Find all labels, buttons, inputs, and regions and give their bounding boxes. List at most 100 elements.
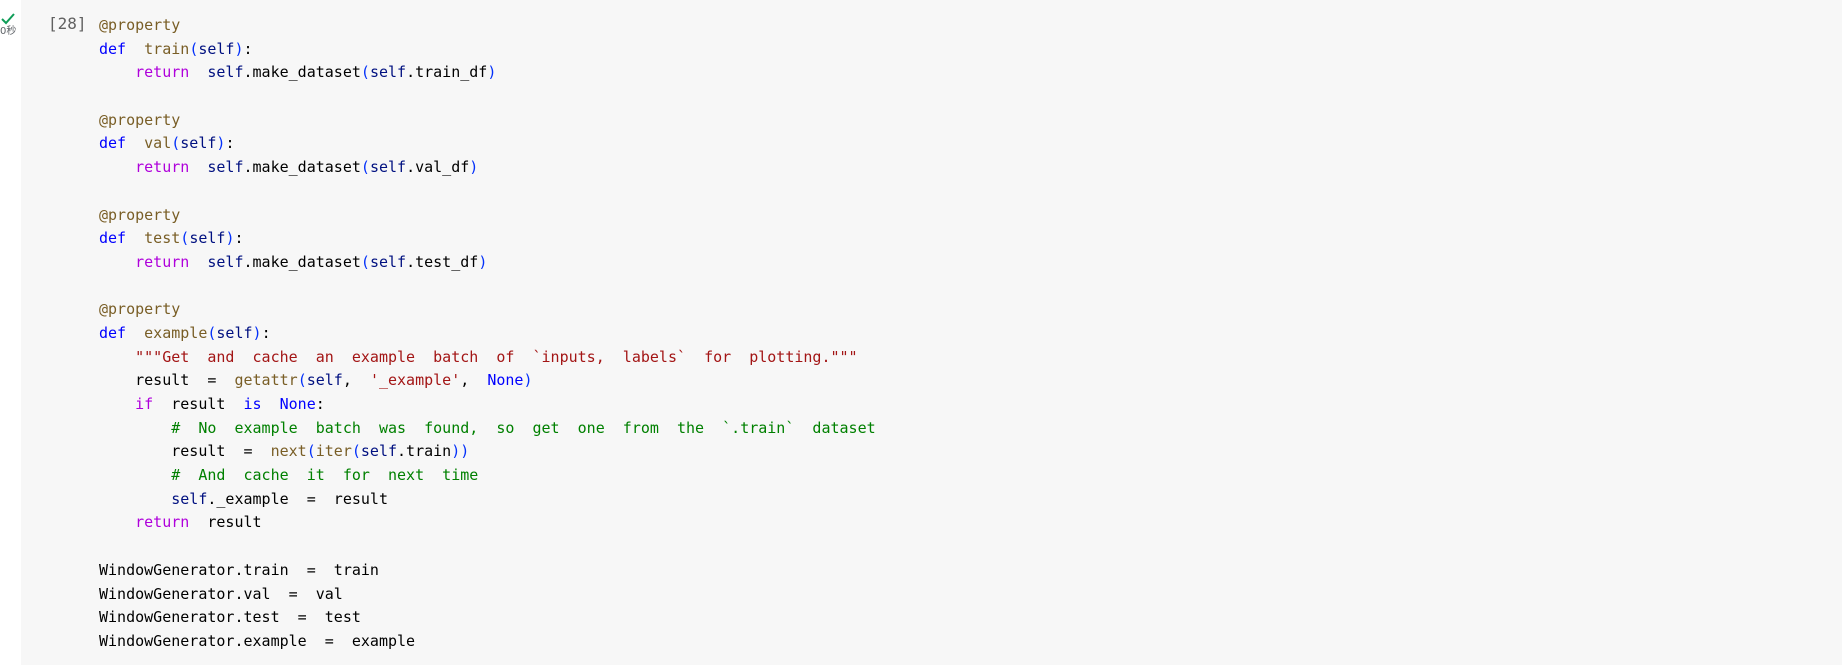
code-token: if	[135, 395, 154, 413]
code-token: return	[135, 252, 190, 271]
code-editor[interactable]: @property def train(self): return self.ma…	[99, 14, 876, 654]
code-line: self._example = result	[99, 488, 876, 512]
code-token: .val_df	[406, 158, 470, 177]
code-line: def train(self):	[99, 38, 876, 62]
code-line: WindowGenerator.train = train	[99, 559, 876, 583]
code-token: (	[360, 63, 370, 82]
code-token: example	[144, 323, 208, 342]
code-token: self	[189, 229, 226, 248]
execution-time: 0秒	[0, 26, 17, 37]
code-line: def example(self):	[99, 322, 876, 346]
code-token: """Get and cache an example batch of `in…	[135, 347, 858, 366]
code-line: def test(self):	[99, 227, 876, 251]
code-line: @property	[99, 109, 876, 133]
code-token: self	[369, 252, 407, 271]
code-token: :	[243, 39, 253, 58]
run-status[interactable]: 0秒	[0, 12, 20, 38]
code-token: return	[135, 513, 190, 532]
code-token: .train_df	[406, 63, 488, 82]
check-icon	[1, 13, 15, 25]
code-line: return self.make_dataset(self.train_df)	[99, 61, 876, 85]
cell-gutter: 0秒	[0, 0, 21, 671]
code-token: next	[270, 442, 307, 461]
code-token: :	[261, 323, 271, 342]
code-token: )	[252, 323, 262, 342]
code-token: WindowGenerator.example = example	[99, 631, 416, 650]
code-token: .make_dataset	[243, 252, 361, 271]
code-token: )	[469, 158, 479, 177]
code-token: self	[180, 134, 217, 153]
code-token: self	[171, 489, 208, 508]
code-line: return self.make_dataset(self.test_df)	[99, 251, 876, 275]
code-token: iter	[315, 442, 352, 461]
code-token: getattr	[234, 371, 298, 390]
code-token: '_example'	[369, 371, 461, 390]
code-token: (	[171, 134, 181, 153]
code-token: .make_dataset	[243, 158, 361, 177]
code-token: ))	[451, 442, 470, 461]
code-token: self	[207, 158, 244, 177]
execution-count: [28]	[48, 14, 87, 33]
code-token: :	[315, 395, 325, 413]
code-token: def	[99, 134, 127, 153]
code-token: )	[523, 371, 533, 390]
code-token: return	[135, 63, 190, 82]
code-token: (	[351, 442, 361, 461]
code-token: @property	[99, 16, 181, 34]
code-token: @property	[99, 110, 181, 129]
code-line: @property	[99, 298, 876, 322]
code-token: )	[478, 252, 488, 271]
code-token: self	[369, 63, 407, 82]
code-line: result = getattr(self, '_example', None)	[99, 369, 876, 393]
code-token: :	[234, 229, 244, 248]
code-token: self	[306, 371, 343, 390]
code-line: WindowGenerator.val = val	[99, 583, 876, 607]
code-token: None	[279, 395, 316, 413]
code-token: # And cache it for next time	[171, 466, 479, 485]
code-line: return result	[99, 511, 876, 535]
code-token: return	[135, 158, 190, 177]
code-token: @property	[99, 300, 181, 319]
code-token: .make_dataset	[243, 63, 361, 82]
code-token: self	[369, 158, 407, 177]
code-line: @property	[99, 204, 876, 228]
code-token: .train	[397, 442, 452, 461]
code-token: WindowGenerator.val = val	[99, 584, 343, 603]
code-cell[interactable]: [28] @property def train(self): return se…	[21, 0, 1842, 665]
code-line: @property	[99, 14, 876, 38]
code-token: @property	[99, 205, 181, 224]
code-token: (	[180, 229, 190, 248]
code-token: def	[99, 229, 127, 248]
code-line: """Get and cache an example batch of `in…	[99, 346, 876, 370]
code-token: ,	[342, 371, 370, 390]
code-token: ,	[460, 371, 488, 390]
code-line: return self.make_dataset(self.val_df)	[99, 156, 876, 180]
code-token: None	[487, 371, 524, 390]
code-token: self	[360, 442, 398, 461]
code-token: WindowGenerator.test = test	[99, 608, 361, 627]
code-token: self	[207, 63, 244, 82]
code-token: (	[306, 442, 316, 461]
code-token: WindowGenerator.train = train	[99, 560, 379, 579]
code-token: :	[225, 134, 235, 153]
code-token: (	[360, 158, 370, 177]
code-token: )	[487, 63, 497, 82]
code-token: result =	[99, 442, 271, 461]
